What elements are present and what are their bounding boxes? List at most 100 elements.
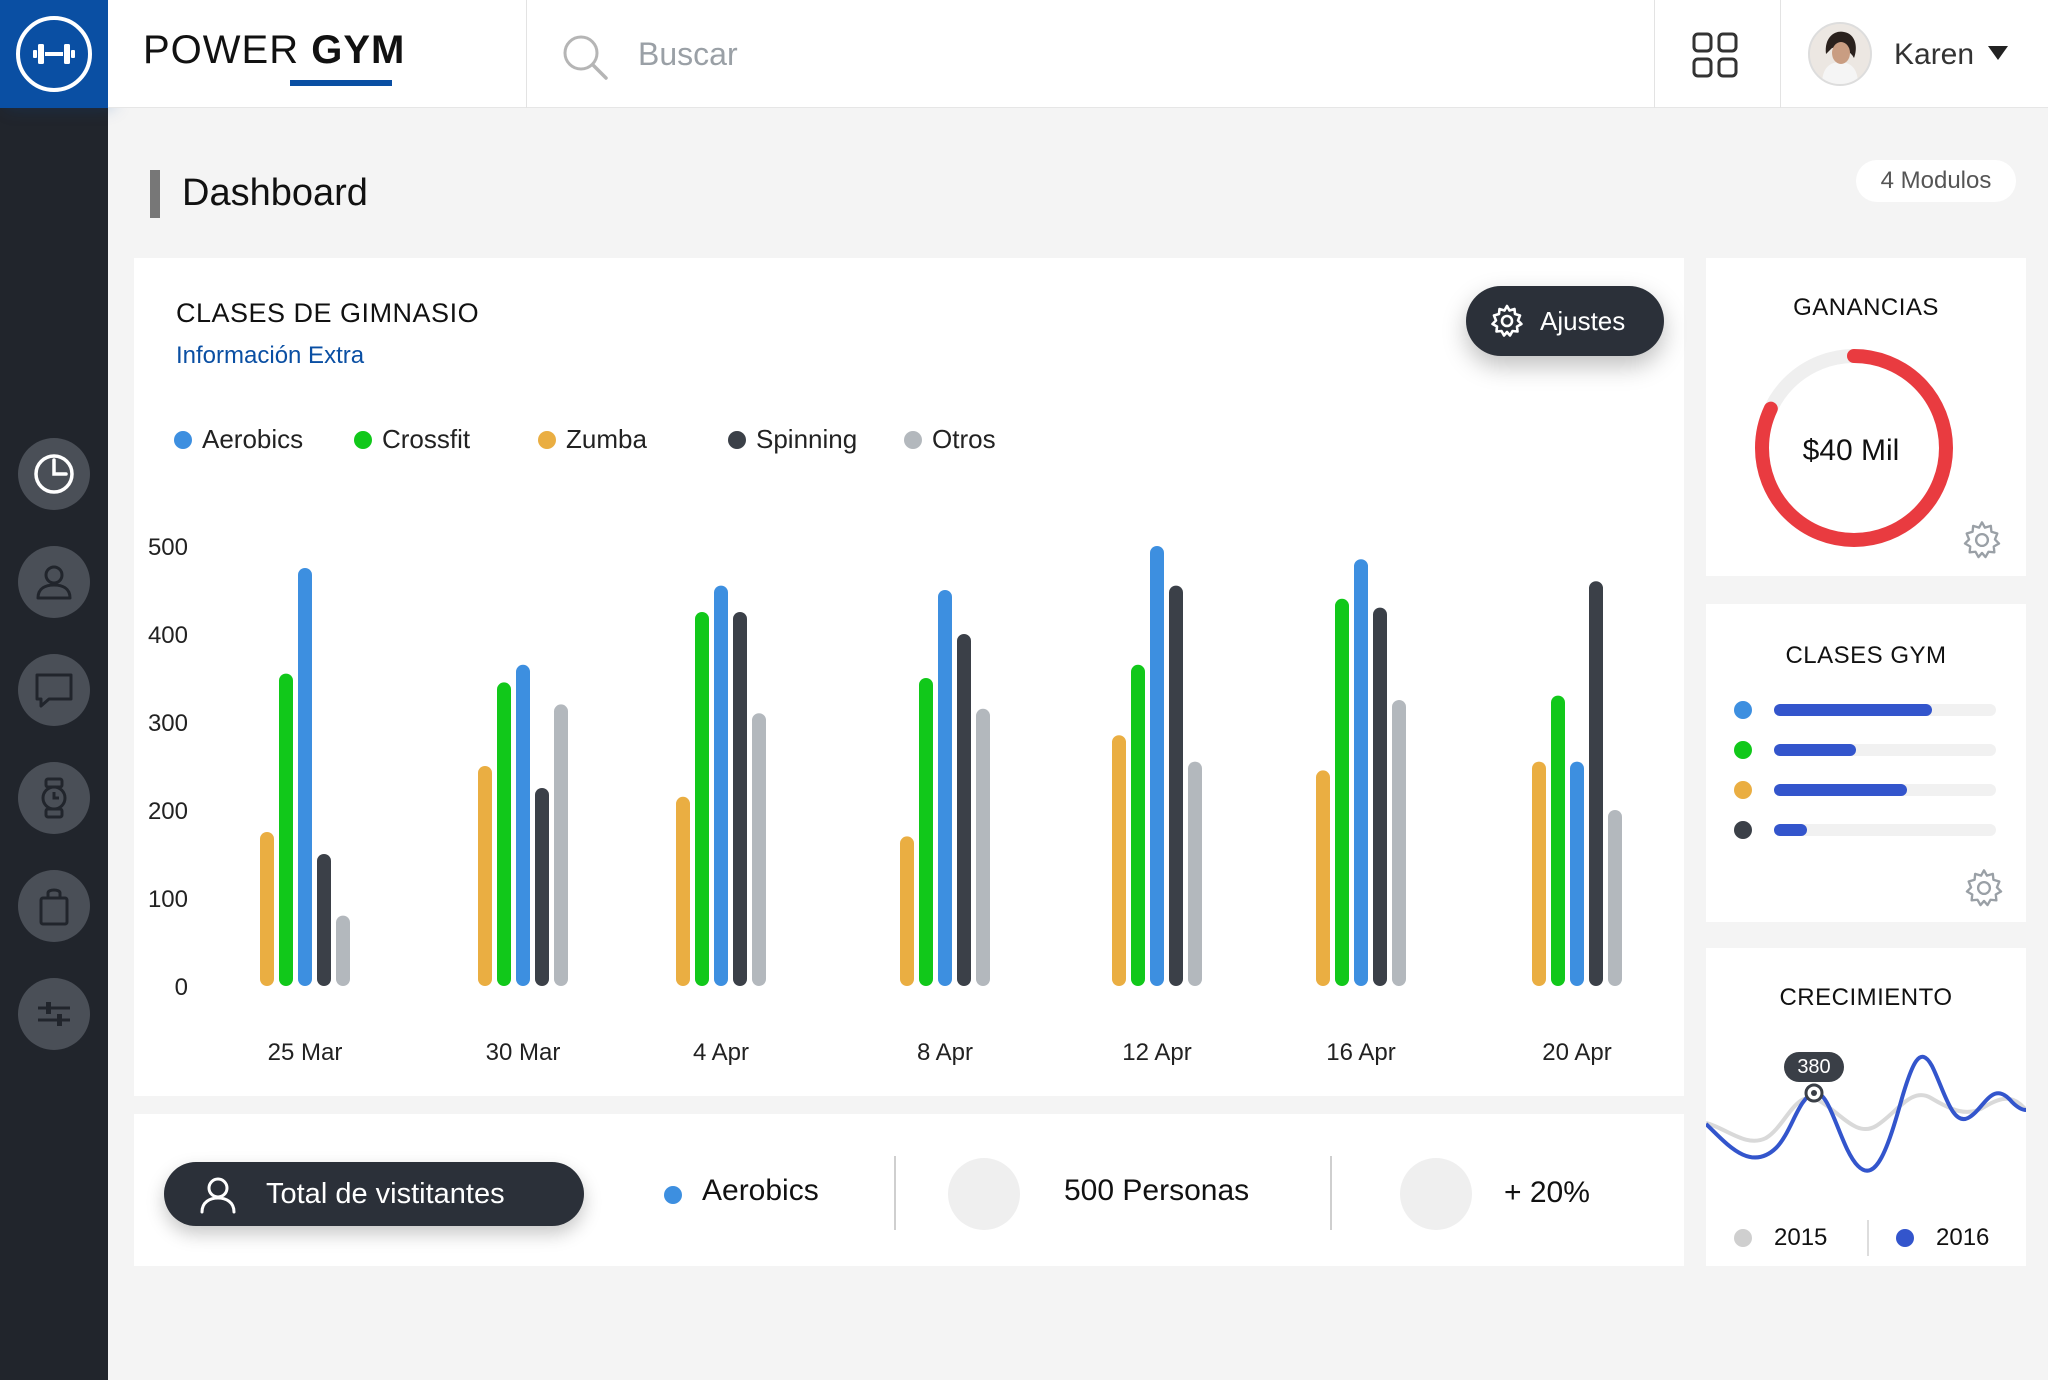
bar-crossfit-0[interactable] [279,673,293,986]
gym-classes-card: CLASES DE GIMNASIO Información Extra Aju… [134,258,1684,1096]
bar-zumba-1[interactable] [478,766,492,986]
bar-aerobics-5[interactable] [1354,559,1368,986]
modules-badge: 4 Modulos [1856,160,2016,202]
earnings-value: $40 Mil [1802,434,1900,467]
y-tick-label: 100 [148,886,188,913]
bar-zumba-2[interactable] [676,796,690,986]
growth-placeholder-circle [1400,1158,1472,1230]
bar-spinning-0[interactable] [317,854,331,986]
bar-spinning-2[interactable] [733,612,747,986]
x-tick-label: 25 Mar [268,1039,343,1066]
divider [1330,1156,1332,1230]
bar-crossfit-2[interactable] [695,612,709,986]
user-icon [200,1177,236,1214]
gear-icon[interactable] [1962,520,2002,560]
bar-otros-2[interactable] [752,713,766,986]
x-tick-label: 8 Apr [917,1039,973,1066]
sidebar-item-settings[interactable] [18,978,90,1050]
bar-crossfit-3[interactable] [919,678,933,986]
bar-crossfit-4[interactable] [1131,664,1145,986]
bar-spinning-6[interactable] [1589,581,1603,986]
growth-line-chart [1706,1054,2026,1173]
gear-icon[interactable] [1964,868,2004,908]
y-tick-label: 200 [148,798,188,825]
sidebar-item-dashboard[interactable] [18,438,90,510]
divider [1867,1220,1869,1256]
bar-aerobics-3[interactable] [938,590,952,986]
y-tick-label: 0 [175,974,188,1001]
bar-aerobics-1[interactable] [516,664,530,986]
user-icon [36,565,72,600]
bar-zumba-4[interactable] [1112,735,1126,986]
legend-item-2015[interactable]: 2015 [1734,1224,1827,1252]
bar-aerobics-2[interactable] [714,585,728,986]
y-tick-label: 400 [148,622,188,649]
apps-grid-icon[interactable] [1692,32,1738,78]
bar-otros-3[interactable] [976,708,990,986]
x-tick-label: 20 Apr [1542,1039,1611,1066]
series-2016-line [1706,1054,2026,1173]
search-icon[interactable] [560,32,610,82]
bar-chart: 500 400 300 200 100 0 25 Mar 30 Mar 4 Apr 8 Apr 12… [148,534,1622,1066]
sidebar-item-users[interactable] [18,546,90,618]
bar-zumba-0[interactable] [260,832,274,986]
chevron-down-icon[interactable] [1988,46,2008,60]
class-progress-fill [1774,824,1808,836]
total-visitors-label: Total de vistitantes [266,1177,505,1210]
bar-aerobics-6[interactable] [1570,761,1584,986]
title-accent [150,170,160,218]
watch-icon [41,777,67,819]
y-tick-label: 500 [148,534,188,561]
x-tick-label: 16 Apr [1326,1039,1395,1066]
series-2015-line [1706,1093,2026,1143]
bar-otros-4[interactable] [1188,761,1202,986]
brand-underline [290,80,392,86]
sidebar-item-watch[interactable] [18,762,90,834]
bar-spinning-1[interactable] [535,788,549,986]
sliders-icon [38,1002,70,1026]
logo[interactable] [0,0,108,108]
total-visitors-button[interactable]: Total de vistitantes [164,1162,584,1226]
bar-crossfit-5[interactable] [1335,598,1349,986]
avatar[interactable] [1808,22,1872,86]
growth-tooltip: 380 [1784,1052,1844,1082]
x-tick-label: 4 Apr [693,1039,749,1066]
x-tick-label: 30 Mar [486,1039,561,1066]
brand-name: POWER GYM [143,28,406,72]
divider [1780,0,1781,108]
bar-aerobics-0[interactable] [298,568,312,986]
bar-otros-5[interactable] [1392,700,1406,986]
bar-zumba-5[interactable] [1316,770,1330,986]
divider [526,0,527,108]
search-input[interactable] [638,30,1238,78]
user-name[interactable]: Karen [1894,38,1974,72]
class-progress-fill [1774,784,1908,796]
class-progress-fill [1774,744,1857,756]
sidebar-item-messages[interactable] [18,654,90,726]
growth-percent: + 20% [1504,1176,1590,1209]
bar-zumba-3[interactable] [900,836,914,986]
bar-spinning-4[interactable] [1169,585,1183,986]
bar-crossfit-1[interactable] [497,682,511,986]
bar-spinning-5[interactable] [1373,607,1387,986]
earnings-card: GANANCIAS $40 Mil [1706,258,2026,576]
people-count: 500 Personas [1064,1174,1250,1207]
bar-aerobics-4[interactable] [1150,546,1164,986]
y-tick-label: 300 [148,710,188,737]
sidebar-item-store[interactable] [18,870,90,942]
bar-otros-0[interactable] [336,915,350,986]
chat-icon [35,673,73,708]
bar-otros-6[interactable] [1608,810,1622,986]
legend-item-2016[interactable]: 2016 [1896,1224,1989,1252]
bar-crossfit-6[interactable] [1551,695,1565,986]
bag-icon [39,888,69,926]
topbar: POWER GYM Karen [108,0,2048,108]
class-progress-row [1734,700,2002,720]
bar-spinning-3[interactable] [957,634,971,986]
aerobics-dot [664,1186,682,1204]
gym-classes-title: CLASES GYM [1785,642,1947,669]
class-progress-row [1734,740,2002,760]
visitors-card: Total de vistitantes Aerobics 500 Person… [134,1114,1684,1266]
bar-otros-1[interactable] [554,704,568,986]
bar-zumba-6[interactable] [1532,761,1546,986]
